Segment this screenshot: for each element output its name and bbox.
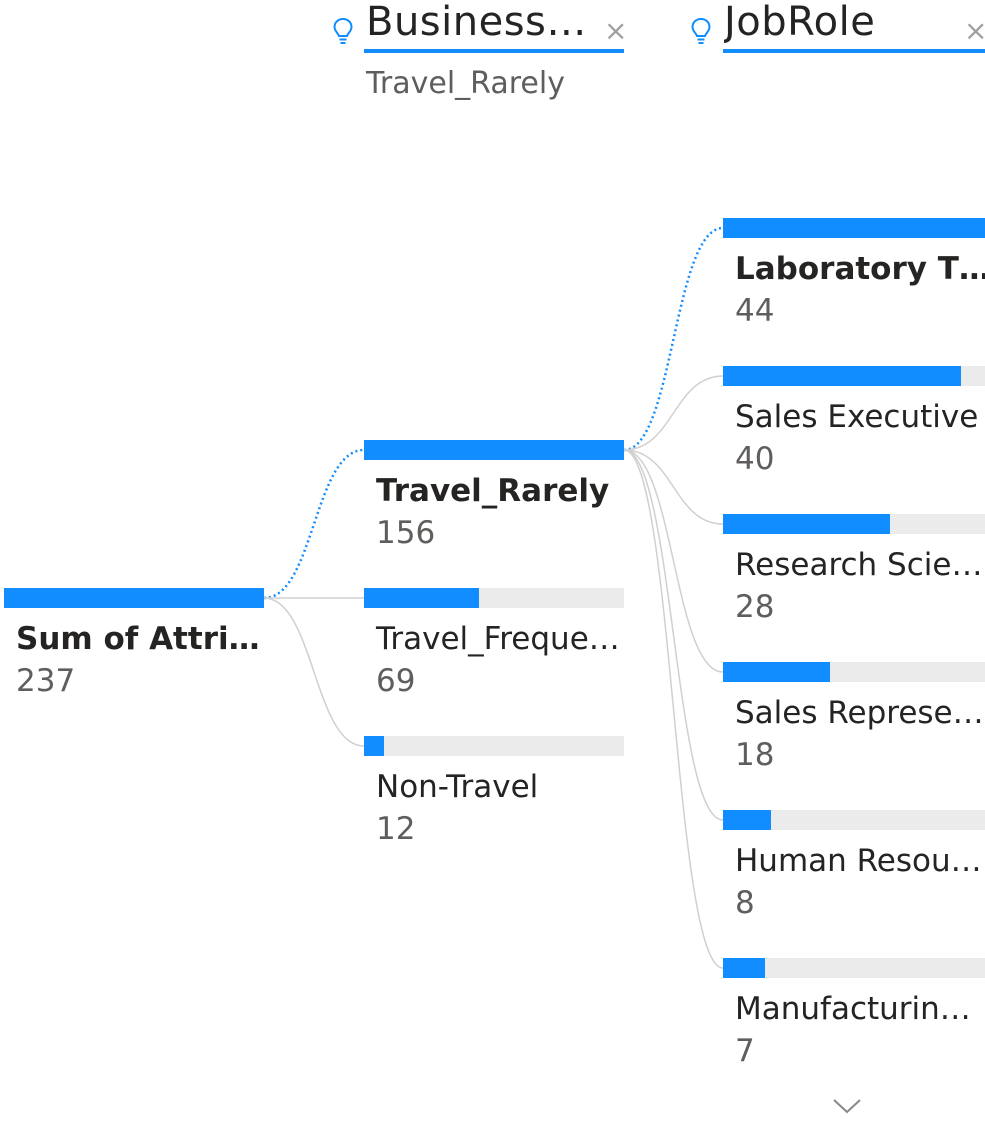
- node-bar-fill: [723, 514, 890, 534]
- node-bar-fill: [723, 218, 985, 238]
- connector-line: [263, 597, 365, 747]
- node-label: Research Scie…: [735, 547, 983, 583]
- node-bar-fill: [723, 366, 962, 386]
- level-selected-value: Travel_Rarely: [366, 66, 565, 101]
- node-label: Non-Travel: [376, 769, 539, 805]
- close-icon[interactable]: ×: [604, 17, 627, 45]
- node-label: Sum of Attri…: [16, 621, 260, 657]
- node-bar-fill: [364, 736, 384, 756]
- connector-line: [623, 449, 724, 969]
- lightbulb-icon[interactable]: [332, 16, 354, 46]
- node-label: Travel_Freque…: [376, 621, 620, 657]
- level-title-underline: [723, 49, 985, 53]
- node-label: Travel_Rarely: [376, 473, 610, 509]
- node-label: Sales Executive: [735, 399, 979, 435]
- level-title-underline: [364, 49, 624, 53]
- node-bar-fill: [723, 958, 765, 978]
- node-value: 7: [735, 1033, 755, 1069]
- connector-line: [623, 375, 724, 451]
- node-bar-fill: [723, 662, 831, 682]
- node-value: 8: [735, 885, 755, 921]
- close-icon[interactable]: ×: [964, 17, 985, 45]
- node-bar-fill: [364, 440, 624, 460]
- node-bar-fill: [723, 810, 771, 830]
- node-value: 40: [735, 441, 775, 477]
- connector-line: [623, 449, 724, 525]
- level-title[interactable]: Business…: [366, 0, 606, 45]
- node-label: Laboratory T…: [735, 251, 985, 287]
- node-value: 237: [16, 663, 76, 699]
- chevron-down-icon[interactable]: [832, 1098, 862, 1114]
- connector-line: [623, 449, 724, 821]
- node-bar-fill: [364, 588, 479, 608]
- node-label: Sales Represe…: [735, 695, 984, 731]
- node-label: Human Resou…: [735, 843, 982, 879]
- node-value: 44: [735, 293, 775, 329]
- node-bar-track: [364, 736, 624, 756]
- node-value: 12: [376, 811, 416, 847]
- level-title[interactable]: JobRole: [724, 0, 944, 45]
- node-bar-fill: [4, 588, 264, 608]
- connector-line: [623, 226, 724, 452]
- node-label: Manufacturin…: [735, 991, 971, 1027]
- lightbulb-icon[interactable]: [690, 16, 712, 46]
- node-value: 18: [735, 737, 775, 773]
- node-value: 28: [735, 589, 775, 625]
- connector-line: [263, 448, 365, 600]
- node-value: 69: [376, 663, 416, 699]
- node-value: 156: [376, 515, 436, 551]
